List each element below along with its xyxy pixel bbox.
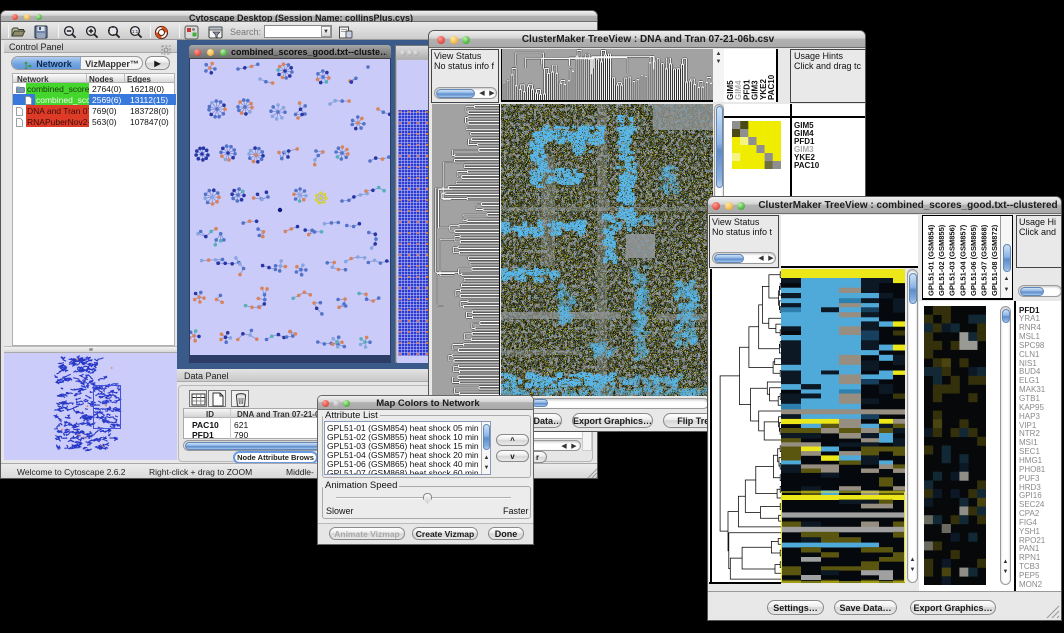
svg-text:PAC10: PAC10 (767, 74, 776, 100)
svg-text:GPL51-08 (GSM872): GPL51-08 (GSM872) (990, 224, 998, 296)
svg-text:GPL51-02 (GSM855): GPL51-02 (GSM855) (937, 224, 946, 296)
svg-text:GPL51-06 (GSM865): GPL51-06 (GSM865) (969, 224, 978, 296)
svg-text:1:1: 1:1 (132, 29, 139, 34)
svg-text:GPL51-04 (GSM857): GPL51-04 (GSM857) (958, 224, 967, 296)
svg-text:GPL51-07 (GSM868): GPL51-07 (GSM868) (980, 224, 989, 296)
svg-text:GPL51-01 (GSM854): GPL51-01 (GSM854) (927, 224, 936, 296)
svg-text:GPL51-03 (GSM856): GPL51-03 (GSM856) (948, 224, 957, 296)
